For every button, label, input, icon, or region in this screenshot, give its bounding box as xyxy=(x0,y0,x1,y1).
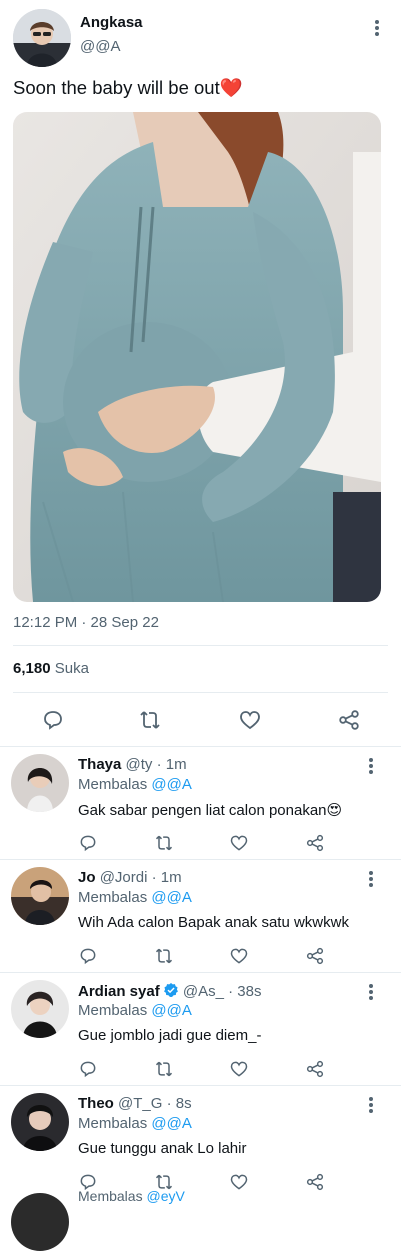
reply-icon[interactable] xyxy=(78,833,98,853)
reply-author-name[interactable]: Theo xyxy=(78,1095,114,1112)
tweet-text: Soon the baby will be out❤️ xyxy=(13,77,243,99)
retweet-icon[interactable] xyxy=(154,946,174,966)
replying-to-link[interactable]: @eyV xyxy=(146,1188,184,1204)
reply-actions xyxy=(0,833,401,853)
like-icon[interactable] xyxy=(238,708,262,732)
reply-author-handle[interactable]: @T_G xyxy=(118,1095,162,1112)
reply-text: Gue tunggu anak Lo lahir xyxy=(78,1140,247,1157)
author-handle[interactable]: @@A xyxy=(80,38,120,55)
tweet-header: Angkasa @@A xyxy=(0,0,401,70)
reply-item[interactable]: Ardian syaf @As_ · 38s Membalas @@A Gue … xyxy=(0,972,401,1086)
share-icon[interactable] xyxy=(305,1172,325,1192)
reply-author-name[interactable]: Thaya xyxy=(78,756,121,773)
author-name[interactable]: Angkasa xyxy=(80,14,143,31)
reply-item[interactable]: Thaya @ty · 1m Membalas @@A Gak sabar pe… xyxy=(0,746,401,860)
share-icon[interactable] xyxy=(305,833,325,853)
replying-to-link[interactable]: @@A xyxy=(151,889,191,906)
avatar[interactable] xyxy=(11,754,69,812)
like-icon[interactable] xyxy=(229,1059,249,1079)
replying-to-link[interactable]: @@A xyxy=(151,1115,191,1132)
reply-author-handle[interactable]: @Jordi xyxy=(100,869,148,886)
like-icon[interactable] xyxy=(229,1172,249,1192)
reply-time[interactable]: 8s xyxy=(176,1095,192,1112)
share-icon[interactable] xyxy=(305,1059,325,1079)
like-icon[interactable] xyxy=(229,946,249,966)
reply-text: Wih Ada calon Bapak anak satu wkwkwk xyxy=(78,914,349,931)
reply-author-name[interactable]: Jo xyxy=(78,869,96,886)
reply-item[interactable]: Theo @T_G · 8s Membalas @@A Gue tunggu a… xyxy=(0,1085,401,1199)
reply-meta: Ardian syaf @As_ · 38s xyxy=(78,982,262,1002)
replying-to-label: Membalas xyxy=(78,1188,143,1204)
reply-author-handle[interactable]: @As_ xyxy=(183,983,224,1000)
likes-label: Suka xyxy=(54,660,89,677)
more-options-icon[interactable] xyxy=(367,758,375,778)
share-icon[interactable] xyxy=(337,708,361,732)
replying-to-label: Membalas xyxy=(78,889,148,906)
retweet-icon[interactable] xyxy=(154,1059,174,1079)
replying-to-link[interactable]: @@A xyxy=(151,776,191,793)
more-options-icon[interactable] xyxy=(373,20,381,40)
more-options-icon[interactable] xyxy=(367,984,375,1004)
like-icon[interactable] xyxy=(229,833,249,853)
tweet-photo[interactable] xyxy=(13,112,381,602)
replying-to: Membalas @@A xyxy=(78,776,192,793)
replying-to-label: Membalas xyxy=(78,1002,148,1019)
retweet-icon[interactable] xyxy=(154,833,174,853)
avatar[interactable] xyxy=(11,867,69,925)
divider xyxy=(13,692,388,693)
share-icon[interactable] xyxy=(305,946,325,966)
reply-text-content: Gak sabar pengen liat calon ponakan xyxy=(78,802,327,819)
reply-icon[interactable] xyxy=(78,1059,98,1079)
reply-time[interactable]: 38s xyxy=(237,983,261,1000)
tweet-text-content: Soon the baby will be out xyxy=(13,77,220,98)
reply-meta: Jo @Jordi · 1m xyxy=(78,869,182,886)
replying-to: Membalas @@A xyxy=(78,1115,192,1132)
reply-actions xyxy=(0,946,401,966)
avatar[interactable] xyxy=(11,1193,69,1251)
reply-time[interactable]: 1m xyxy=(166,756,187,773)
reply-actions xyxy=(0,1172,401,1192)
reply-text: Gak sabar pengen liat calon ponakan😍 xyxy=(78,801,342,819)
more-options-icon[interactable] xyxy=(367,1097,375,1117)
tweet-actions xyxy=(0,708,401,732)
likes-count: 6,180 xyxy=(13,660,51,677)
reply-icon[interactable] xyxy=(41,708,65,732)
heart-eyes-emoji-icon: 😍 xyxy=(326,802,343,819)
verified-badge-icon xyxy=(163,982,179,1002)
replying-to-link[interactable]: @@A xyxy=(151,1002,191,1019)
replying-to-label: Membalas xyxy=(78,1115,148,1132)
replying-to: Membalas @@A xyxy=(78,889,192,906)
avatar[interactable] xyxy=(11,980,69,1038)
reply-icon[interactable] xyxy=(78,946,98,966)
reply-text: Gue jomblo jadi gue diem_- xyxy=(78,1027,262,1044)
avatar[interactable] xyxy=(13,9,71,67)
avatar[interactable] xyxy=(11,1093,69,1151)
reply-author-name[interactable]: Ardian syaf xyxy=(78,983,160,1000)
reply-item[interactable]: Jo @Jordi · 1m Membalas @@A Wih Ada calo… xyxy=(0,859,401,973)
heart-emoji-icon: ❤️ xyxy=(219,77,243,98)
tweet-timestamp[interactable]: 12:12 PM · 28 Sep 22 xyxy=(13,614,159,631)
replying-to: Membalas @@A xyxy=(78,1002,192,1019)
likes-stat[interactable]: 6,180 Suka xyxy=(13,660,89,677)
retweet-icon[interactable] xyxy=(138,708,162,732)
replying-to: Membalas @eyV xyxy=(78,1188,185,1204)
reply-actions xyxy=(0,1059,401,1079)
reply-meta: Thaya @ty · 1m xyxy=(78,756,187,773)
reply-author-handle[interactable]: @ty xyxy=(126,756,153,773)
reply-meta: Theo @T_G · 8s xyxy=(78,1095,192,1112)
divider xyxy=(13,645,388,646)
replying-to-label: Membalas xyxy=(78,776,148,793)
more-options-icon[interactable] xyxy=(367,871,375,891)
reply-time[interactable]: 1m xyxy=(161,869,182,886)
